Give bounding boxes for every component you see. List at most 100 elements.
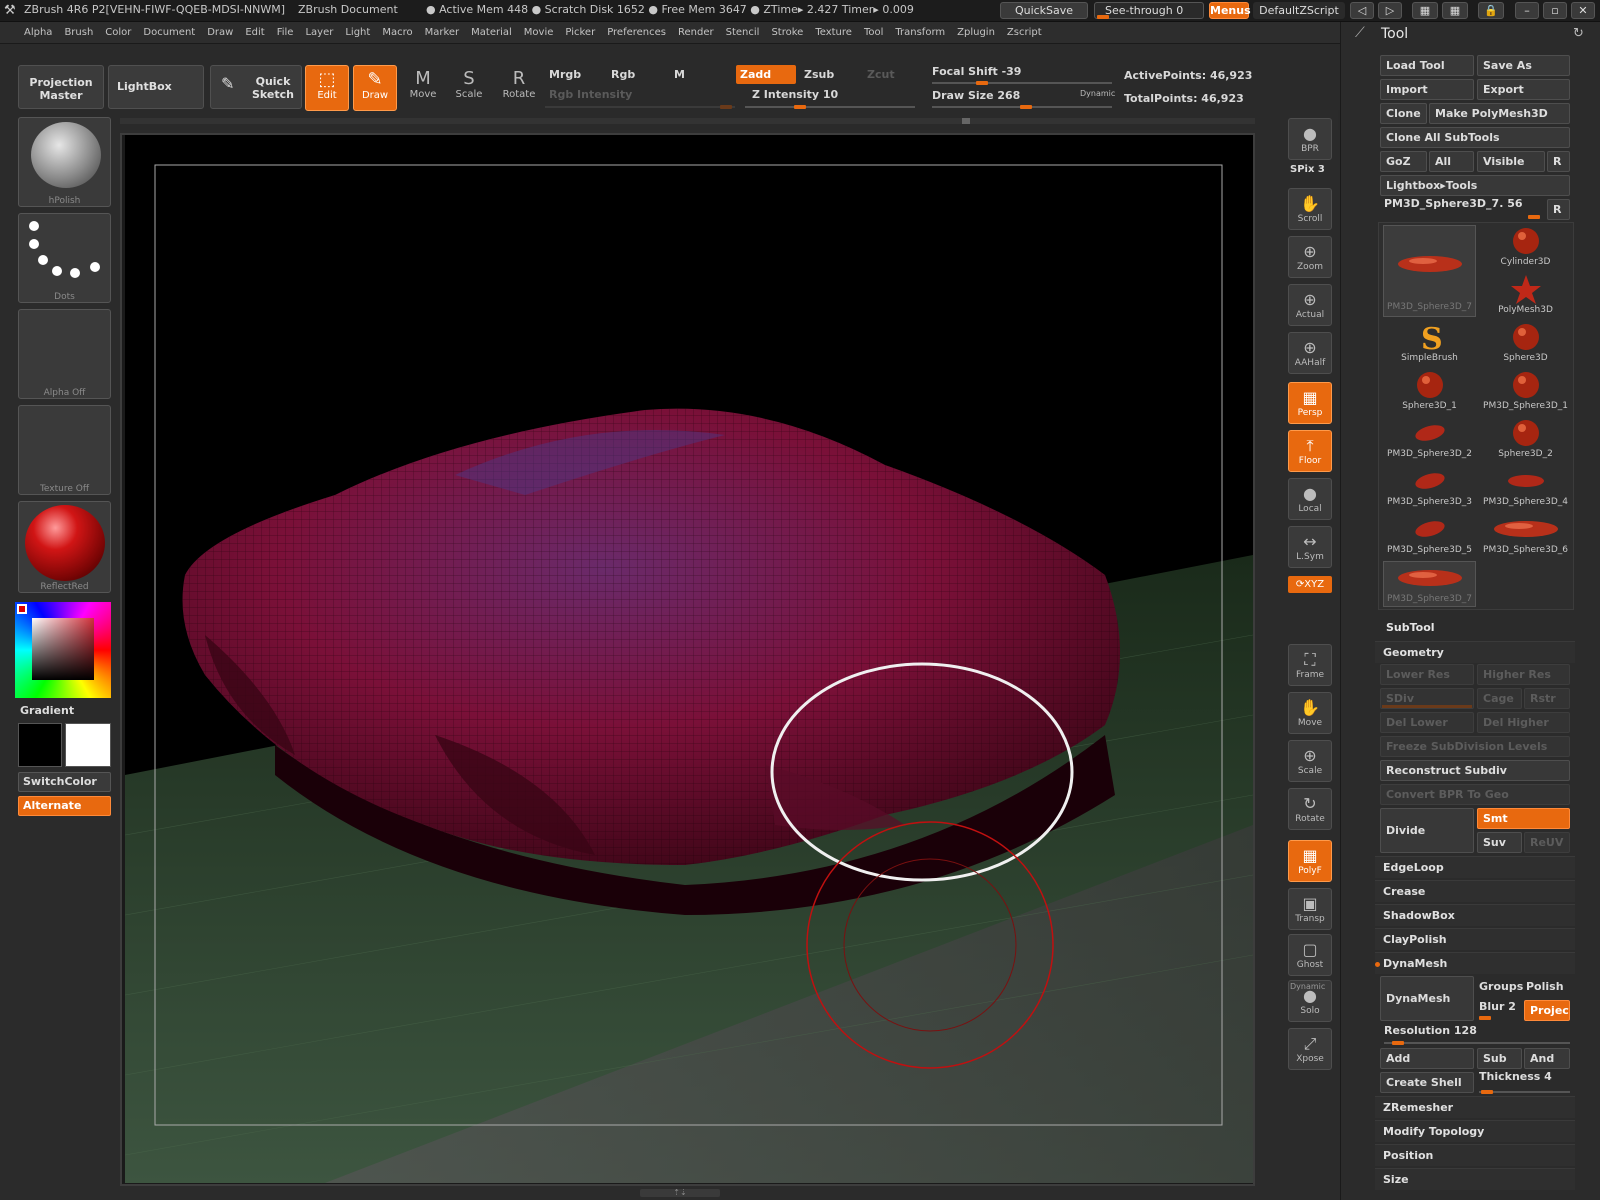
dynamic-toggle[interactable]: Dynamic: [1080, 89, 1115, 98]
modify-topology-section[interactable]: Modify Topology: [1375, 1120, 1575, 1142]
layout-icon-1[interactable]: ▦: [1412, 2, 1438, 19]
zsub-button[interactable]: Zsub: [800, 65, 858, 84]
document-canvas[interactable]: [125, 135, 1253, 1183]
goz-r-button[interactable]: R: [1547, 151, 1570, 172]
dynamesh-and-button[interactable]: And: [1524, 1048, 1570, 1069]
tool-thumb-polymesh3d[interactable]: PolyMesh3D: [1479, 273, 1572, 319]
menu-stencil[interactable]: Stencil: [720, 22, 766, 43]
lightbox-button[interactable]: LightBox: [108, 65, 204, 109]
layout-icon-2[interactable]: ▦: [1442, 2, 1468, 19]
polish-toggle[interactable]: Polish: [1526, 980, 1564, 993]
tool-thumb-pm3d-sphere3d-5[interactable]: PM3D_Sphere3D_5: [1383, 513, 1476, 559]
actual-button[interactable]: ⊕ Actual: [1288, 284, 1332, 326]
alpha-thumbnail[interactable]: Alpha Off: [18, 309, 111, 399]
dynamesh-section[interactable]: DynaMesh: [1375, 952, 1575, 974]
menu-macro[interactable]: Macro: [376, 22, 418, 43]
reuv-button[interactable]: ReUV: [1524, 832, 1570, 853]
persp-button[interactable]: ▦ Persp: [1288, 382, 1332, 424]
rgb-intensity-slider[interactable]: Rgb Intensity: [545, 85, 735, 104]
zremesher-section[interactable]: ZRemesher: [1375, 1096, 1575, 1118]
edgeloop-section[interactable]: EdgeLoop: [1375, 856, 1575, 878]
crease-section[interactable]: Crease: [1375, 880, 1575, 902]
menu-draw[interactable]: Draw: [201, 22, 239, 43]
goz-button[interactable]: GoZ: [1380, 151, 1427, 172]
menu-brush[interactable]: Brush: [58, 22, 99, 43]
menu-zscript[interactable]: Zscript: [1001, 22, 1048, 43]
shelf-scroll-thumb[interactable]: [962, 118, 970, 124]
menu-light[interactable]: Light: [339, 22, 376, 43]
focal-shift-slider[interactable]: Focal Shift -39: [932, 65, 1021, 78]
tool-thumb-pm3d-sphere3d-4[interactable]: PM3D_Sphere3D_4: [1479, 465, 1572, 511]
mrgb-button[interactable]: Mrgb: [545, 65, 603, 84]
texture-thumbnail[interactable]: Texture Off: [18, 405, 111, 495]
blur-slider[interactable]: Blur 2: [1479, 1000, 1516, 1013]
divide-button[interactable]: Divide: [1380, 808, 1474, 853]
xpose-button[interactable]: ⤢ Xpose: [1288, 1028, 1332, 1070]
project-toggle[interactable]: Project: [1524, 1000, 1570, 1021]
load-tool-button[interactable]: Load Tool: [1380, 55, 1474, 76]
freeze-subdivision-button[interactable]: Freeze SubDivision Levels: [1380, 736, 1570, 757]
dynamesh-button[interactable]: DynaMesh: [1380, 976, 1474, 1021]
polyf-button[interactable]: ▦ PolyF: [1288, 840, 1332, 882]
tool-thumb-pm3d-sphere3d-3[interactable]: PM3D_Sphere3D_3: [1383, 465, 1476, 511]
menu-document[interactable]: Document: [137, 22, 201, 43]
lock-icon[interactable]: 🔒: [1478, 2, 1504, 19]
del-higher-button[interactable]: Del Higher: [1477, 712, 1570, 733]
higher-res-button[interactable]: Higher Res: [1477, 664, 1570, 685]
reconstruct-subdiv-button[interactable]: Reconstruct Subdiv: [1380, 760, 1570, 781]
zoom-button[interactable]: ⊕ Zoom: [1288, 236, 1332, 278]
menu-render[interactable]: Render: [672, 22, 720, 43]
switchcolor-button[interactable]: SwitchColor: [18, 772, 111, 792]
xyz-symmetry-toggle[interactable]: ⟳XYZ: [1288, 576, 1332, 593]
claypolish-section[interactable]: ClayPolish: [1375, 928, 1575, 950]
material-thumbnail[interactable]: ReflectRed: [18, 501, 111, 593]
rgb-button[interactable]: Rgb: [607, 65, 665, 84]
main-color-swatch[interactable]: [65, 723, 111, 767]
shelf-scroll-strip[interactable]: [120, 118, 1255, 124]
ghost-button[interactable]: ▢ Ghost: [1288, 934, 1332, 976]
scale-button[interactable]: S Scale: [447, 65, 491, 111]
z-intensity-slider[interactable]: Z Intensity 10: [748, 85, 908, 104]
zcut-button[interactable]: Zcut: [863, 65, 913, 84]
suv-toggle[interactable]: Suv: [1477, 832, 1522, 853]
tool-thumb-sphere3d-2[interactable]: Sphere3D_2: [1479, 417, 1572, 463]
color-picker-square[interactable]: [32, 618, 94, 680]
dynamesh-sub-button[interactable]: Sub: [1477, 1048, 1522, 1069]
rstr-button[interactable]: Rstr: [1524, 688, 1570, 709]
bpr-button[interactable]: ● BPR: [1288, 118, 1332, 160]
del-lower-button[interactable]: Del Lower: [1380, 712, 1474, 733]
tool-thumb-pm3d-sphere3d-6[interactable]: PM3D_Sphere3D_6: [1479, 513, 1572, 559]
menu-tool[interactable]: Tool: [858, 22, 889, 43]
aahalf-button[interactable]: ⊕ AAHalf: [1288, 332, 1332, 374]
transp-button[interactable]: ▣ Transp: [1288, 888, 1332, 930]
tool-thumb-simplebrush[interactable]: S SimpleBrush: [1383, 321, 1476, 367]
rotate-button[interactable]: ↻ Rotate: [1288, 788, 1332, 830]
menu-transform[interactable]: Transform: [889, 22, 951, 43]
quick-sketch-button[interactable]: ✎ Quick Sketch: [210, 65, 302, 109]
local-button[interactable]: ● Local: [1288, 478, 1332, 520]
groups-toggle[interactable]: Groups: [1479, 980, 1523, 993]
menu-edit[interactable]: Edit: [239, 22, 270, 43]
alternate-button[interactable]: Alternate: [18, 796, 111, 816]
frame-button[interactable]: ⛶ Frame: [1288, 644, 1332, 686]
menu-zplugin[interactable]: Zplugin: [951, 22, 1001, 43]
menu-picker[interactable]: Picker: [559, 22, 601, 43]
floor-button[interactable]: ⤒ Floor: [1288, 430, 1332, 472]
default-zscript-button[interactable]: DefaultZScript: [1253, 2, 1345, 19]
convert-bpr-button[interactable]: Convert BPR To Geo: [1380, 784, 1570, 805]
zadd-button[interactable]: Zadd: [736, 65, 796, 84]
canvas-bottom-handle[interactable]: ⇡⇣: [640, 1189, 720, 1197]
scroll-button[interactable]: ✋ Scroll: [1288, 188, 1332, 230]
tool-thumb-pm3d-sphere3d-1[interactable]: PM3D_Sphere3D_1: [1479, 369, 1572, 415]
geometry-section[interactable]: Geometry: [1375, 641, 1575, 663]
export-button[interactable]: Export: [1477, 79, 1570, 100]
current-tool-slider[interactable]: PM3D_Sphere3D_7. 56: [1380, 197, 1545, 219]
tool-thumb-pm3d-sphere3d-7[interactable]: PM3D_Sphere3D_7: [1383, 561, 1476, 607]
cage-button[interactable]: Cage: [1477, 688, 1522, 709]
menus-button[interactable]: Menus: [1209, 2, 1251, 19]
move-button[interactable]: M Move: [401, 65, 445, 111]
make-polymesh-button[interactable]: Make PolyMesh3D: [1429, 103, 1570, 124]
tool-thumb-cylinder3d[interactable]: Cylinder3D: [1479, 225, 1572, 271]
edit-button[interactable]: ⬚ Edit: [305, 65, 349, 111]
menu-layer[interactable]: Layer: [299, 22, 339, 43]
